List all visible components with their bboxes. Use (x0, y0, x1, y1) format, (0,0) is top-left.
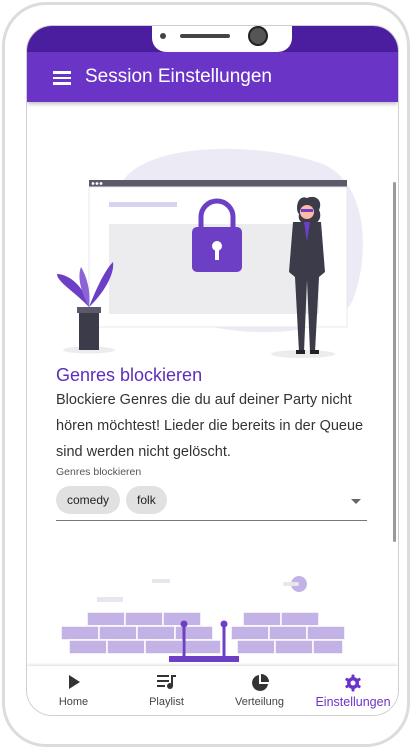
speaker-grille (180, 34, 230, 38)
settings-content[interactable]: Genres blockieren Blockiere Genres die d… (27, 102, 398, 666)
scrollbar[interactable] (393, 182, 396, 542)
genre-chip[interactable]: comedy (56, 486, 121, 514)
playlist-icon (156, 675, 176, 689)
nav-label: Verteilung (235, 696, 284, 708)
play-icon (68, 675, 80, 689)
bottom-navigation: Home Playlist Verteilung Einstellungen (27, 666, 398, 715)
front-camera (248, 26, 268, 46)
section-description: Blockiere Genres die du auf deiner Party… (56, 392, 364, 460)
phone-frame: Session Einstellungen Genres blockieren … (2, 2, 410, 747)
select-underline (56, 520, 367, 521)
app-screen: Session Einstellungen Genres blockieren … (26, 25, 399, 716)
nav-item-playlist[interactable]: Playlist (120, 666, 213, 715)
app-bar: Session Einstellungen (27, 52, 398, 102)
nav-label: Home (58, 696, 89, 708)
genre-chips[interactable]: comedy folk (56, 486, 173, 514)
menu-icon[interactable] (53, 71, 71, 85)
nav-item-home[interactable]: Home (27, 666, 120, 715)
gear-icon (345, 674, 361, 692)
security-illustration (57, 148, 363, 358)
pie-chart-icon (251, 674, 269, 691)
app-title: Session Einstellungen (85, 66, 272, 87)
wall-illustration (60, 576, 346, 662)
phone-notch (152, 26, 292, 52)
genres-field-label: Genres blockieren (56, 466, 142, 478)
dropdown-arrow-icon[interactable] (351, 499, 361, 504)
nav-item-einstellungen[interactable]: Einstellungen (306, 666, 398, 715)
genre-chip[interactable]: folk (126, 486, 167, 514)
sensor-dot (160, 33, 166, 39)
section-title: Genres blockieren (56, 365, 203, 385)
nav-item-verteilung[interactable]: Verteilung (213, 666, 306, 715)
nav-label: Einstellungen (315, 695, 391, 709)
nav-label: Playlist (149, 696, 184, 708)
